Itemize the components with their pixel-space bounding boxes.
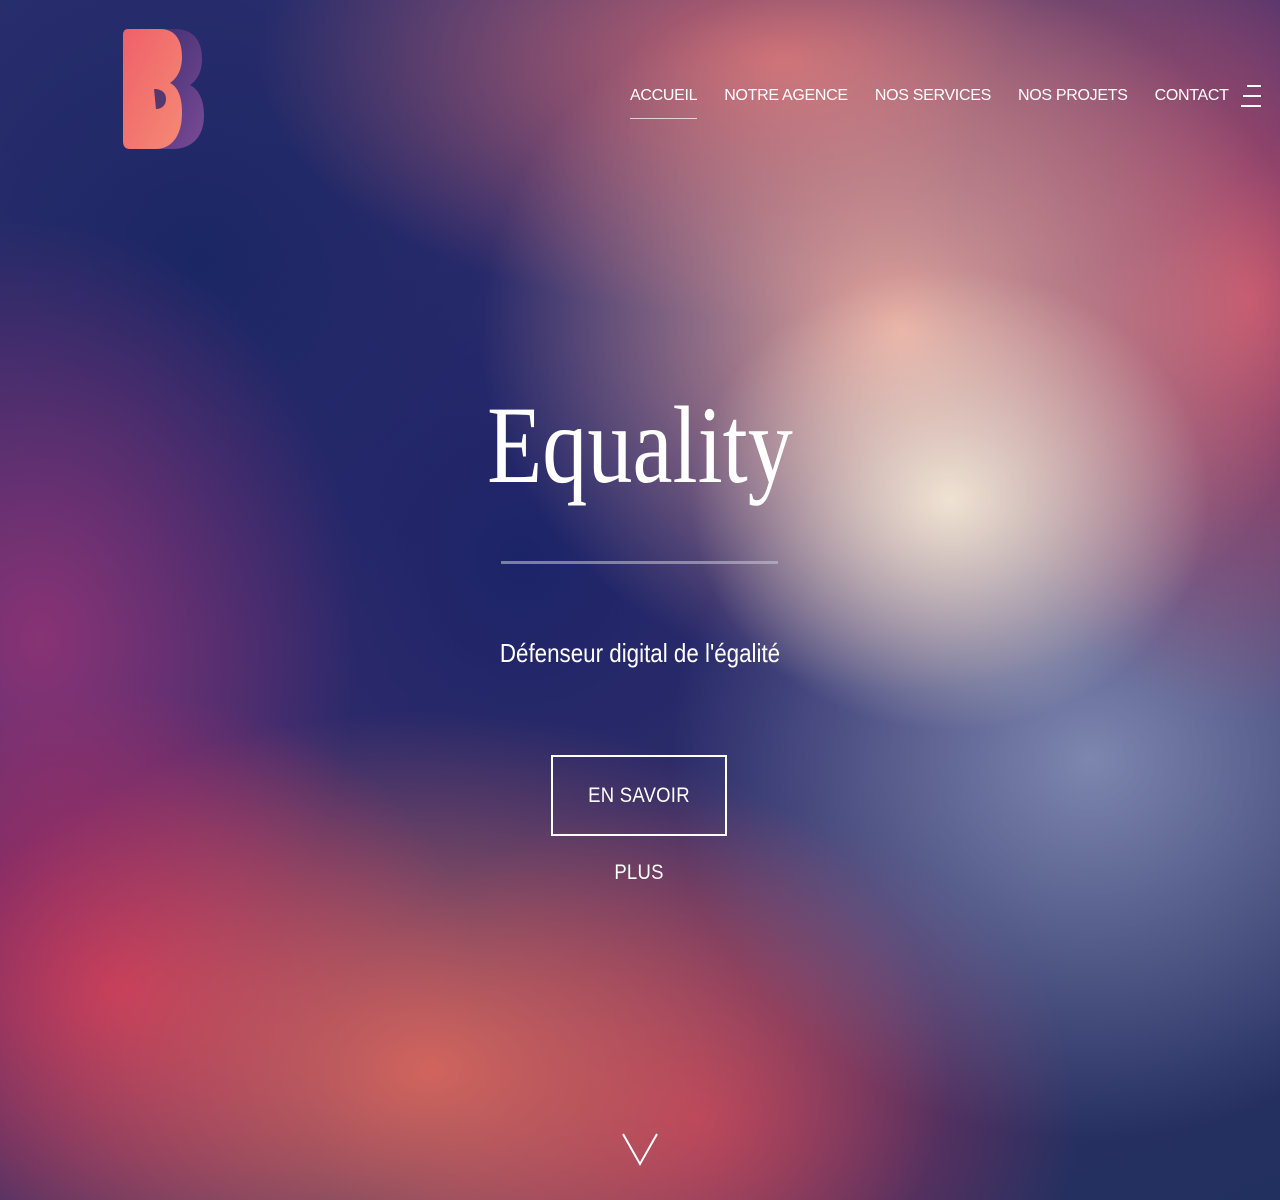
nav-item-nos-projets[interactable]: NOS PROJETS [1018,82,1128,110]
nav-item-contact[interactable]: CONTACT [1155,82,1229,110]
b-logo-icon [123,29,204,149]
scroll-down-button[interactable] [620,1130,660,1170]
nav-item-accueil[interactable]: ACCUEIL [630,82,698,119]
hero-background [0,0,1280,1200]
hero-divider [501,561,778,564]
hero-title: Equality [487,384,793,506]
hero-subtitle: Défenseur digital de l'égalité [499,638,781,668]
site-logo[interactable] [122,27,206,151]
nav-item-nos-services[interactable]: NOS SERVICES [875,82,991,110]
main-nav: ACCUEIL NOTRE AGENCE NOS SERVICES NOS PR… [630,82,1261,119]
en-savoir-plus-button[interactable]: EN SAVOIR PLUS [551,755,727,884]
cta-button-label: EN SAVOIR PLUS [588,784,690,884]
chevron-down-icon [622,1133,658,1167]
hamburger-menu-icon[interactable] [1239,83,1261,109]
nav-item-notre-agence[interactable]: NOTRE AGENCE [724,82,848,110]
